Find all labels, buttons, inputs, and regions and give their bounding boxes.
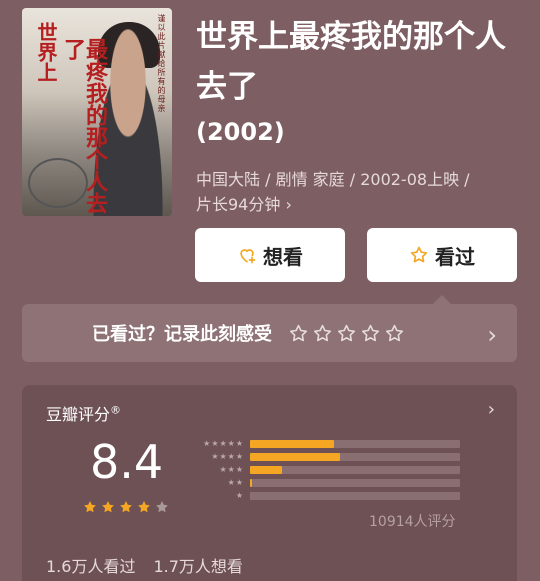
mini-stars-4: ★ ★ ★ ★ xyxy=(211,451,243,461)
star-outline-icon[interactable] xyxy=(312,323,333,344)
rating-stars xyxy=(82,499,170,515)
rating-row-3: ★ ★ ★ xyxy=(187,463,460,476)
rating-label: 豆瓣评分® xyxy=(46,403,122,424)
chevron-right-icon[interactable]: › xyxy=(488,399,495,420)
rating-row-2: ★ ★ xyxy=(187,476,460,489)
record-star-picker[interactable] xyxy=(288,323,405,344)
poster-calligraphy-1: 世界上 xyxy=(34,22,58,82)
star-outline-icon[interactable] xyxy=(288,323,309,344)
rating-track xyxy=(250,465,460,474)
want-label: 想看 xyxy=(263,244,303,269)
poster-calligraphy-2: 最疼我的那个人去了 xyxy=(60,38,108,214)
rating-row-5: ★ ★ ★ ★ ★ xyxy=(187,437,460,450)
rating-score: 8.4 xyxy=(90,435,164,489)
rating-track xyxy=(250,452,460,461)
douban-rating-card[interactable]: 豆瓣评分® › 8.4 ★ ★ ★ ★ ★ ★ ★ ★ ★ ★ ★ ★ ★ ★ ★ 10914人 xyxy=(22,385,517,581)
poster-tagline: 谨以此片献给所有的母亲 xyxy=(157,14,166,113)
rating-bar-4 xyxy=(250,452,341,461)
star-filled-icon xyxy=(120,501,132,513)
rating-bar-2 xyxy=(250,478,253,487)
rating-count: 10914人评分 xyxy=(369,514,456,530)
rating-distribution: ★ ★ ★ ★ ★ ★ ★ ★ ★ ★ ★ ★ ★ ★ ★ xyxy=(187,437,460,502)
record-pointer xyxy=(433,295,451,304)
wanted-count[interactable]: 1.7万人想看 xyxy=(153,553,242,577)
rating-bar-5 xyxy=(250,439,334,448)
meta-line-2: 片长94分钟 › xyxy=(196,195,292,214)
star-outline-icon[interactable] xyxy=(360,323,381,344)
movie-poster[interactable]: 世界上 最疼我的那个人去了 谨以此片献给所有的母亲 xyxy=(22,8,172,216)
mini-stars-5: ★ ★ ★ ★ ★ xyxy=(203,438,243,448)
rating-row-1: ★ xyxy=(187,489,460,502)
star-empty-icon xyxy=(156,501,168,513)
movie-meta[interactable]: 中国大陆 / 剧情 家庭 / 2002-08上映 / 片长94分钟 › xyxy=(196,167,516,217)
rating-track xyxy=(250,491,460,500)
registered-mark: ® xyxy=(110,403,122,417)
star-outline-icon[interactable] xyxy=(336,323,357,344)
star-filled-icon xyxy=(138,501,150,513)
chevron-right-icon[interactable]: › xyxy=(487,321,497,349)
record-prompt: 已看过？记录此刻感受 xyxy=(92,324,272,345)
heart-plus-icon xyxy=(240,249,256,264)
audience-stats: 1.6万人看过 1.7万人想看 xyxy=(46,553,243,577)
meta-line-1: 中国大陆 / 剧情 家庭 / 2002-08上映 / xyxy=(196,170,470,189)
rating-row-4: ★ ★ ★ ★ xyxy=(187,450,460,463)
watched-count[interactable]: 1.6万人看过 xyxy=(46,553,135,577)
rating-track xyxy=(250,478,460,487)
star-filled-icon xyxy=(84,501,96,513)
mini-stars-1: ★ xyxy=(235,490,243,500)
want-to-watch-button[interactable]: 想看 xyxy=(195,228,345,282)
star-outline-icon[interactable] xyxy=(384,323,405,344)
watched-label: 看过 xyxy=(435,244,475,269)
rating-bar-3 xyxy=(250,465,282,474)
movie-year: (2002) xyxy=(196,118,285,146)
mini-stars-3: ★ ★ ★ xyxy=(219,464,243,474)
record-feeling-bar[interactable]: 已看过？记录此刻感受 › xyxy=(22,304,517,362)
star-filled-icon xyxy=(102,501,114,513)
rating-track xyxy=(250,439,460,448)
star-outline-icon xyxy=(410,246,428,263)
movie-title: 世界上最疼我的那个人去了 xyxy=(196,19,506,105)
mini-stars-2: ★ ★ xyxy=(227,477,243,487)
watched-button[interactable]: 看过 xyxy=(367,228,517,282)
